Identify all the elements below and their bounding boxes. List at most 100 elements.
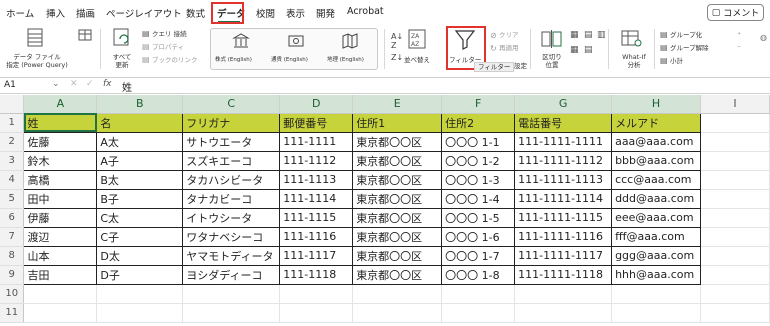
geography-icon[interactable]: [341, 32, 359, 50]
data-cell[interactable]: 〇〇〇 1-4: [441, 188, 516, 209]
row-header-6[interactable]: 6: [0, 208, 25, 228]
data-cell[interactable]: 伊藤: [23, 207, 98, 228]
advanced-label[interactable]: 設定: [514, 62, 527, 70]
refresh-all-label[interactable]: すべて 更新: [104, 53, 140, 69]
row-header-1[interactable]: 1: [0, 113, 25, 133]
empty-cell[interactable]: [23, 303, 98, 323]
data-cell[interactable]: 東京都〇〇区: [352, 264, 443, 285]
column-header-d[interactable]: D: [279, 95, 354, 114]
column-header-a[interactable]: A: [23, 95, 98, 114]
currencies-icon[interactable]: [287, 32, 305, 50]
data-cell[interactable]: ggg@aaa.com: [611, 245, 702, 266]
data-cell[interactable]: タカハシビータ: [182, 169, 281, 190]
data-validation-icon[interactable]: ▥: [597, 30, 606, 40]
data-cell[interactable]: fff@aaa.com: [611, 226, 702, 247]
data-cell[interactable]: eee@aaa.com: [611, 207, 702, 228]
empty-cell[interactable]: [700, 189, 770, 209]
sort-descending-icon[interactable]: Z↓: [391, 53, 403, 62]
stocks-label[interactable]: 株式 (English): [215, 56, 252, 64]
empty-cell[interactable]: [441, 303, 516, 323]
row-header-11[interactable]: 11: [0, 303, 25, 323]
tab-review[interactable]: 校閲: [256, 6, 275, 20]
empty-cell[interactable]: [700, 227, 770, 247]
data-cell[interactable]: 東京都〇〇区: [352, 131, 443, 152]
data-cell[interactable]: ヤマモトディータ: [182, 245, 281, 266]
header-cell-e[interactable]: 住所1: [352, 112, 443, 133]
tab-view[interactable]: 表示: [286, 6, 305, 20]
data-cell[interactable]: ddd@aaa.com: [611, 188, 702, 209]
data-cell[interactable]: 〇〇〇 1-1: [441, 131, 516, 152]
sort-label[interactable]: 並べ替え: [404, 56, 430, 64]
data-cell[interactable]: 吉田: [23, 264, 98, 285]
data-cell[interactable]: D子: [96, 264, 184, 285]
data-cell[interactable]: 111-1111-1112: [514, 150, 613, 171]
header-cell-b[interactable]: 名: [96, 112, 184, 133]
empty-cell[interactable]: [514, 284, 613, 304]
data-cell[interactable]: ccc@aaa.com: [611, 169, 702, 190]
relationships-icon[interactable]: ▤: [584, 45, 593, 55]
header-cell-a[interactable]: 姓: [23, 112, 98, 133]
data-cell[interactable]: 〇〇〇 1-6: [441, 226, 516, 247]
show-detail-icon[interactable]: ⁺: [737, 30, 741, 39]
insert-function-icon[interactable]: fx: [103, 79, 112, 89]
data-cell[interactable]: 111-1111-1111: [514, 131, 613, 152]
empty-cell[interactable]: [182, 303, 281, 323]
get-data-label[interactable]: データ ファイル 指定 (Power Query): [6, 53, 68, 69]
empty-cell[interactable]: [514, 303, 613, 323]
data-cell[interactable]: 東京都〇〇区: [352, 245, 443, 266]
empty-cell[interactable]: [96, 303, 184, 323]
row-header-10[interactable]: 10: [0, 284, 25, 304]
row-header-5[interactable]: 5: [0, 189, 25, 209]
data-cell[interactable]: 東京都〇〇区: [352, 169, 443, 190]
data-cell[interactable]: ワタナベシーコ: [182, 226, 281, 247]
data-cell[interactable]: ヨシダディーコ: [182, 264, 281, 285]
column-header-e[interactable]: E: [352, 95, 443, 114]
column-header-h[interactable]: H: [611, 95, 702, 114]
data-cell[interactable]: 〇〇〇 1-3: [441, 169, 516, 190]
data-cell[interactable]: スズキエーコ: [182, 150, 281, 171]
tab-page-layout[interactable]: ページレイアウト: [106, 6, 182, 20]
row-header-7[interactable]: 7: [0, 227, 25, 247]
remove-duplicates-icon[interactable]: ▤: [584, 30, 593, 40]
get-data-icon[interactable]: [25, 27, 47, 49]
comment-button[interactable]: ▢ コメント: [707, 4, 764, 21]
book-links-label[interactable]: ブックのリンク: [152, 56, 198, 64]
tab-formulas[interactable]: 数式: [186, 6, 205, 20]
data-cell[interactable]: 東京都〇〇区: [352, 150, 443, 171]
data-cell[interactable]: 111-1111-1113: [514, 169, 613, 190]
empty-cell[interactable]: [23, 284, 98, 304]
empty-cell[interactable]: [700, 303, 770, 323]
row-header-8[interactable]: 8: [0, 246, 25, 266]
empty-cell[interactable]: [700, 113, 770, 133]
data-cell[interactable]: 111-1118: [279, 264, 354, 285]
column-header-b[interactable]: B: [96, 95, 184, 114]
data-cell[interactable]: 111-1111: [279, 131, 354, 152]
data-cell[interactable]: 山本: [23, 245, 98, 266]
data-cell[interactable]: 〇〇〇 1-7: [441, 245, 516, 266]
data-cell[interactable]: 鈴木: [23, 150, 98, 171]
empty-cell[interactable]: [352, 303, 443, 323]
reapply-label[interactable]: 再適用: [499, 44, 519, 52]
formula-content[interactable]: 姓: [122, 79, 132, 94]
row-header-3[interactable]: 3: [0, 151, 25, 171]
data-cell[interactable]: 〇〇〇 1-5: [441, 207, 516, 228]
data-cell[interactable]: bbb@aaa.com: [611, 150, 702, 171]
name-box[interactable]: A1: [4, 80, 16, 90]
data-cell[interactable]: サトウエータ: [182, 131, 281, 152]
empty-cell[interactable]: [352, 284, 443, 304]
data-cell[interactable]: 111-1111-1115: [514, 207, 613, 228]
data-cell[interactable]: 111-1112: [279, 150, 354, 171]
row-header-4[interactable]: 4: [0, 170, 25, 190]
select-all-corner[interactable]: [0, 95, 25, 114]
flash-fill-icon[interactable]: ▦: [570, 30, 579, 40]
header-cell-c[interactable]: フリガナ: [182, 112, 281, 133]
refresh-all-icon[interactable]: [111, 27, 133, 49]
currencies-label[interactable]: 通貨 (English): [271, 56, 308, 64]
data-cell[interactable]: 111-1115: [279, 207, 354, 228]
empty-cell[interactable]: [96, 284, 184, 304]
text-to-columns-label[interactable]: 区切り 位置: [537, 53, 567, 69]
data-cell[interactable]: A太: [96, 131, 184, 152]
empty-cell[interactable]: [700, 208, 770, 228]
stocks-icon[interactable]: [232, 32, 250, 50]
column-header-g[interactable]: G: [514, 95, 613, 114]
